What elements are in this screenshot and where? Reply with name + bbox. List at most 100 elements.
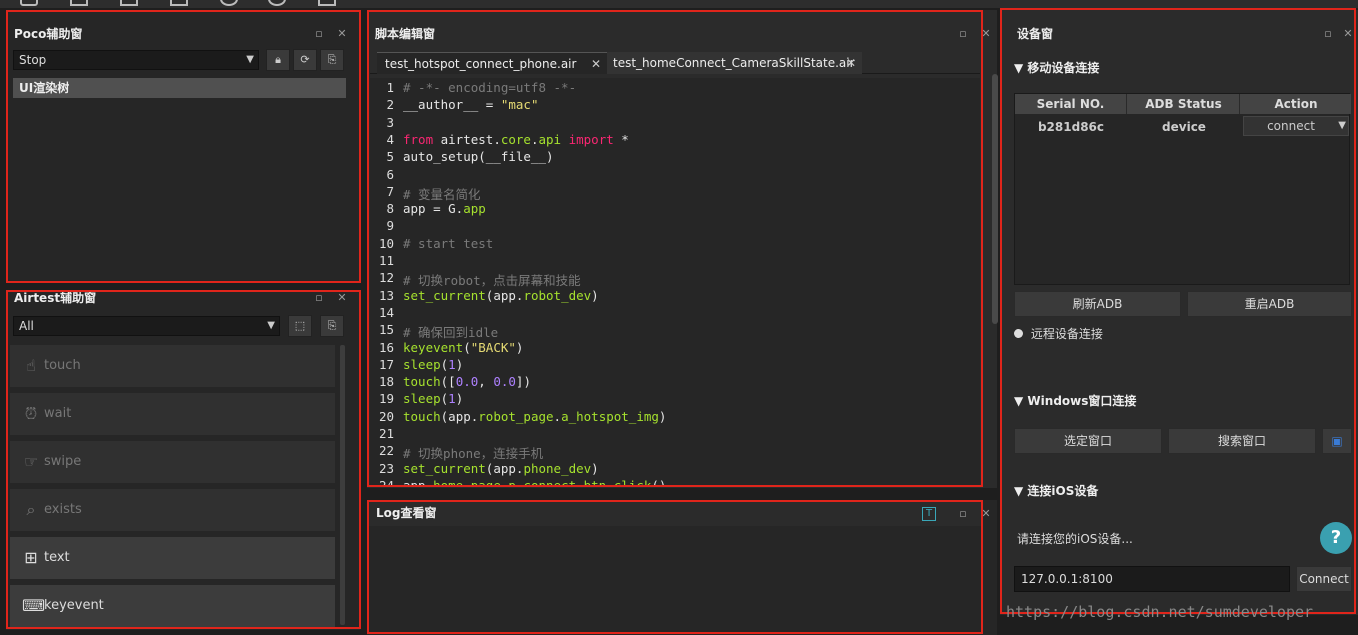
editor-close-icon[interactable]: ✕	[980, 28, 992, 40]
mobile-section-header[interactable]: ▼ 移动设备连接	[1014, 59, 1099, 76]
help-button[interactable]: ?	[1320, 522, 1352, 554]
column-action: Action	[1274, 97, 1318, 111]
restart-adb-button[interactable]: 重启ADB	[1187, 291, 1352, 317]
copy-icon[interactable]	[70, 0, 88, 6]
poco-mode-select[interactable]: Stop ▼	[13, 50, 259, 70]
code-line[interactable]: auto_setup(__file__)	[403, 149, 554, 164]
line-number: 10	[378, 235, 394, 251]
code-line[interactable]: # start test	[403, 236, 493, 251]
line-number: 14	[378, 304, 394, 320]
refresh-tree-button[interactable]: ⟳	[293, 49, 317, 71]
lock-button[interactable]: 🔒︎	[266, 49, 290, 71]
airtest-close-icon[interactable]: ✕	[336, 292, 348, 304]
line-number: 7	[386, 183, 394, 199]
select-window-button[interactable]: 选定窗口	[1014, 428, 1162, 454]
ios-section-label: 连接iOS设备	[1027, 484, 1099, 498]
record-airtest-button[interactable]: ⎘	[320, 315, 344, 337]
code-line[interactable]: # 变量名简化	[403, 184, 481, 203]
windows-section-header[interactable]: ▼ Windows窗口连接	[1014, 392, 1136, 409]
device-float-icon[interactable]: ▫	[1322, 28, 1334, 40]
code-line[interactable]: app = G.app	[403, 201, 486, 216]
line-number: 11	[378, 253, 394, 268]
poco-float-icon[interactable]: ▫	[313, 28, 325, 40]
line-number: 1	[386, 80, 394, 95]
log-close-icon[interactable]: ✕	[980, 508, 992, 520]
lock-icon: 🔒︎	[275, 53, 281, 66]
log-title: Log查看窗	[376, 506, 437, 520]
remote-connect[interactable]: 远程设备连接	[1014, 325, 1103, 342]
search-check-icon: ⌕	[26, 500, 36, 519]
airtest-item-keyevent[interactable]: ⌨ keyevent	[10, 585, 335, 627]
code-line[interactable]: keyevent("BACK")	[403, 340, 523, 355]
keyboard-icon: ⌨	[22, 596, 46, 615]
ios-connect-button[interactable]: Connect	[1296, 566, 1352, 592]
airtest-filter-value: All	[19, 319, 34, 333]
code-line[interactable]: # 确保回到idle	[403, 322, 498, 341]
airtest-filter-select[interactable]: All ▼	[13, 316, 280, 336]
code-line[interactable]: # 切换robot，点击屏幕和技能	[403, 270, 581, 289]
code-line[interactable]: __author__ = "mac"	[403, 97, 538, 112]
code-editor[interactable]: 1 # -*- encoding=utf8 -*- 2 __author__ = "m…	[370, 78, 980, 486]
code-line[interactable]: touch(app.robot_page.a_hotspot_img)	[403, 409, 666, 424]
replay-icon[interactable]	[268, 0, 286, 6]
hand-icon: ☝	[26, 356, 36, 375]
record-poco-button[interactable]: ⎘	[320, 49, 344, 71]
airtest-item-text[interactable]: ⊞ text	[10, 537, 335, 579]
device-table: Serial NO. ADB Status Action b281d86c de…	[1014, 93, 1351, 285]
editor-float-icon[interactable]: ▫	[957, 28, 969, 40]
poco-close-icon[interactable]: ✕	[336, 28, 348, 40]
line-number: 23	[378, 460, 394, 476]
code-line[interactable]: # 切换phone，连接手机	[403, 443, 543, 462]
airtest-item-swipe[interactable]: ☞ swipe	[10, 441, 335, 483]
tab-homeconnect-camera[interactable]: test_homeConnect_CameraSkillState.air ✕	[607, 52, 862, 74]
line-number: 12	[378, 270, 394, 286]
line-number: 20	[378, 408, 394, 424]
triangle-down-icon: ▼	[1014, 61, 1024, 75]
airtest-item-label: touch	[44, 358, 81, 373]
code-line[interactable]: from airtest.core.api import *	[403, 132, 629, 147]
column-serial: Serial NO.	[1015, 94, 1127, 114]
ios-address-input[interactable]: 127.0.0.1:8100	[1014, 566, 1290, 592]
ui-tree-header[interactable]: UI渲染树	[13, 78, 346, 98]
refresh-adb-button[interactable]: 刷新ADB	[1014, 291, 1181, 317]
code-line[interactable]: set_current(app.robot_dev)	[403, 288, 599, 303]
device-close-icon[interactable]: ✕	[1342, 28, 1354, 40]
search-window-button[interactable]: 搜索窗口	[1168, 428, 1316, 454]
log-float-icon[interactable]: ▫	[957, 508, 969, 520]
tab-hotspot-connect-phone[interactable]: test_hotspot_connect_phone.air ✕	[377, 52, 607, 74]
filter-icon[interactable]: T	[922, 507, 936, 521]
editor-scrollbar[interactable]	[992, 74, 998, 324]
code-line[interactable]: sleep(1)	[403, 391, 463, 406]
airtest-item-label: exists	[44, 502, 82, 517]
airtest-item-label: wait	[44, 406, 72, 421]
table-row[interactable]: b281d86c device connect ▼	[1015, 116, 1351, 138]
airtest-float-icon[interactable]: ▫	[313, 292, 325, 304]
window-icon[interactable]	[318, 0, 336, 6]
table-header-row: Serial NO. ADB Status Action	[1015, 94, 1351, 114]
code-line[interactable]: sleep(1)	[403, 357, 463, 372]
close-icon[interactable]: ✕	[591, 53, 601, 75]
record-icon[interactable]	[220, 0, 238, 6]
action-select[interactable]: connect ▼	[1243, 116, 1349, 136]
code-line[interactable]: # -*- encoding=utf8 -*-	[403, 80, 576, 95]
ios-address-value: 127.0.0.1:8100	[1021, 572, 1113, 586]
bullet-icon	[1014, 329, 1023, 338]
close-icon[interactable]: ✕	[846, 52, 856, 74]
add-icon[interactable]	[20, 0, 38, 6]
cell-serial: b281d86c	[1037, 120, 1105, 134]
save-as-icon[interactable]	[170, 0, 188, 6]
window-picker-button[interactable]: ▣	[1322, 428, 1352, 454]
airtest-item-exists[interactable]: ⌕ exists	[10, 489, 335, 531]
code-line[interactable]: app.home_page.p_connect_btn_click()	[403, 478, 666, 486]
airtest-item-wait[interactable]: ⏰︎ wait	[10, 393, 335, 435]
airtest-item-touch[interactable]: ☝ touch	[10, 345, 335, 387]
screenshot-button[interactable]: ⬚	[288, 315, 312, 337]
mobile-section-label: 移动设备连接	[1027, 61, 1100, 75]
airtest-scrollbar[interactable]	[340, 345, 345, 625]
code-line[interactable]: set_current(app.phone_dev)	[403, 461, 599, 476]
code-line[interactable]: touch([0.0, 0.0])	[403, 374, 531, 389]
editor-title: 脚本编辑窗	[375, 27, 436, 41]
ios-section-header[interactable]: ▼ 连接iOS设备	[1014, 482, 1098, 499]
clock-icon: ⏰︎	[24, 404, 38, 423]
save-icon[interactable]	[120, 0, 138, 6]
